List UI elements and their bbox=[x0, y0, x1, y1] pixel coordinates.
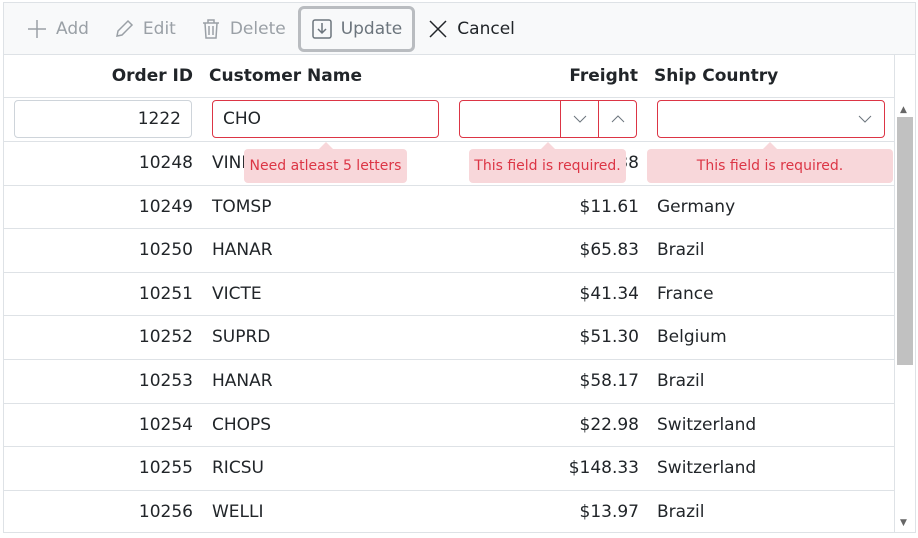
header-order-id[interactable]: Order ID bbox=[112, 66, 193, 86]
customer-name-cell: TOMSP bbox=[212, 196, 272, 217]
cancel-label: Cancel bbox=[457, 18, 515, 39]
edit-label: Edit bbox=[142, 18, 176, 39]
dropdown-toggle[interactable] bbox=[846, 101, 884, 137]
order-id-input[interactable]: 1222 bbox=[14, 100, 192, 138]
scroll-down-arrow[interactable]: ▼ bbox=[900, 518, 907, 528]
ship-country-cell: Germany bbox=[657, 196, 736, 217]
ship-country-cell: Brazil bbox=[657, 240, 705, 261]
order-id-cell: 10254 bbox=[138, 414, 193, 435]
decrement-button[interactable] bbox=[560, 101, 598, 137]
save-icon bbox=[311, 18, 332, 39]
add-button[interactable]: Add bbox=[14, 6, 101, 52]
ship-country-cell: Brazil bbox=[657, 371, 705, 391]
update-button[interactable]: Update bbox=[297, 5, 416, 52]
trash-icon bbox=[202, 18, 219, 39]
close-icon bbox=[429, 19, 447, 38]
freight-cell: $41.34 bbox=[579, 283, 639, 304]
increment-button[interactable] bbox=[598, 101, 636, 137]
data-grid: Add Edit Delete Update Cancel Order ID C… bbox=[3, 2, 916, 533]
customer-name-cell: CHOPS bbox=[212, 414, 272, 435]
freight-cell: $58.17 bbox=[579, 371, 639, 391]
freight-cell: $13.97 bbox=[579, 501, 639, 522]
table-row[interactable]: 10251 VICTE $41.34 France bbox=[4, 273, 894, 317]
order-id-cell: 10252 bbox=[138, 327, 193, 348]
pencil-icon bbox=[115, 19, 133, 37]
freight-cell: $65.83 bbox=[579, 240, 639, 261]
ship-country-error-tooltip: This field is required. bbox=[647, 142, 893, 183]
chevron-up-icon bbox=[611, 115, 624, 123]
delete-label: Delete bbox=[229, 18, 286, 39]
chevron-down-icon bbox=[573, 115, 586, 123]
header-freight[interactable]: Freight bbox=[569, 66, 638, 86]
order-id-cell: 10253 bbox=[138, 371, 193, 391]
header-row: Order ID Customer Name Freight Ship Coun… bbox=[4, 55, 894, 98]
freight-error-tooltip: This field is required. bbox=[469, 142, 626, 183]
ship-country-cell: Belgium bbox=[657, 327, 727, 348]
order-id-cell: 10250 bbox=[138, 240, 193, 261]
freight-input[interactable] bbox=[459, 100, 637, 138]
ship-country-cell: Brazil bbox=[657, 501, 705, 522]
customer-name-cell: HANAR bbox=[212, 240, 273, 261]
table-row[interactable]: 10255 RICSU $148.33 Switzerland bbox=[4, 447, 894, 491]
customer-name-cell: HANAR bbox=[212, 371, 273, 391]
customer-name-cell: WELLI bbox=[212, 501, 264, 522]
customer-name-cell: RICSU bbox=[212, 458, 264, 479]
scroll-up-arrow[interactable]: ▲ bbox=[900, 105, 907, 115]
table-row[interactable]: 10256 WELLI $13.97 Brazil bbox=[4, 491, 894, 532]
table-row[interactable]: 10252 SUPRD $51.30 Belgium bbox=[4, 316, 894, 361]
ship-country-dropdown[interactable] bbox=[657, 100, 885, 138]
ship-country-cell: Switzerland bbox=[657, 414, 757, 435]
edit-button[interactable]: Edit bbox=[101, 6, 188, 52]
order-id-cell: 10249 bbox=[138, 196, 193, 217]
cancel-button[interactable]: Cancel bbox=[415, 6, 527, 52]
header-customer-name[interactable]: Customer Name bbox=[209, 66, 362, 86]
freight-cell: $51.30 bbox=[579, 327, 639, 348]
order-id-cell: 10251 bbox=[138, 283, 193, 304]
freight-cell: $11.61 bbox=[579, 196, 639, 217]
delete-button[interactable]: Delete bbox=[188, 6, 298, 52]
plus-icon bbox=[28, 19, 46, 38]
update-label: Update bbox=[340, 18, 403, 39]
add-label: Add bbox=[56, 18, 89, 39]
customer-name-cell: SUPRD bbox=[212, 327, 271, 348]
table-row[interactable]: 10254 CHOPS $22.98 Switzerland bbox=[4, 404, 894, 448]
table-row[interactable]: 10253 HANAR $58.17 Brazil bbox=[4, 360, 894, 404]
order-id-cell: 10256 bbox=[138, 501, 193, 522]
vertical-scrollbar[interactable]: ▲ ▼ bbox=[894, 55, 915, 532]
freight-cell: $22.98 bbox=[579, 414, 639, 435]
toolbar: Add Edit Delete Update Cancel bbox=[4, 3, 915, 55]
order-id-cell: 10255 bbox=[138, 458, 193, 479]
header-ship-country[interactable]: Ship Country bbox=[654, 66, 778, 86]
chevron-down-icon bbox=[858, 115, 872, 123]
edit-row: 1222 CHO bbox=[4, 98, 894, 142]
customer-name-input[interactable]: CHO bbox=[212, 100, 439, 138]
customer-name-cell: VICTE bbox=[212, 283, 262, 304]
freight-cell: $148.33 bbox=[568, 458, 639, 479]
scrollbar-thumb[interactable] bbox=[897, 117, 913, 365]
order-id-cell: 10248 bbox=[138, 153, 193, 173]
table-row[interactable]: 10249 TOMSP $11.61 Germany bbox=[4, 186, 894, 230]
customer-name-error-tooltip: Need atleast 5 letters bbox=[244, 142, 407, 183]
ship-country-cell: France bbox=[657, 283, 714, 304]
ship-country-cell: Switzerland bbox=[657, 458, 757, 479]
table-row[interactable]: 10250 HANAR $65.83 Brazil bbox=[4, 229, 894, 273]
